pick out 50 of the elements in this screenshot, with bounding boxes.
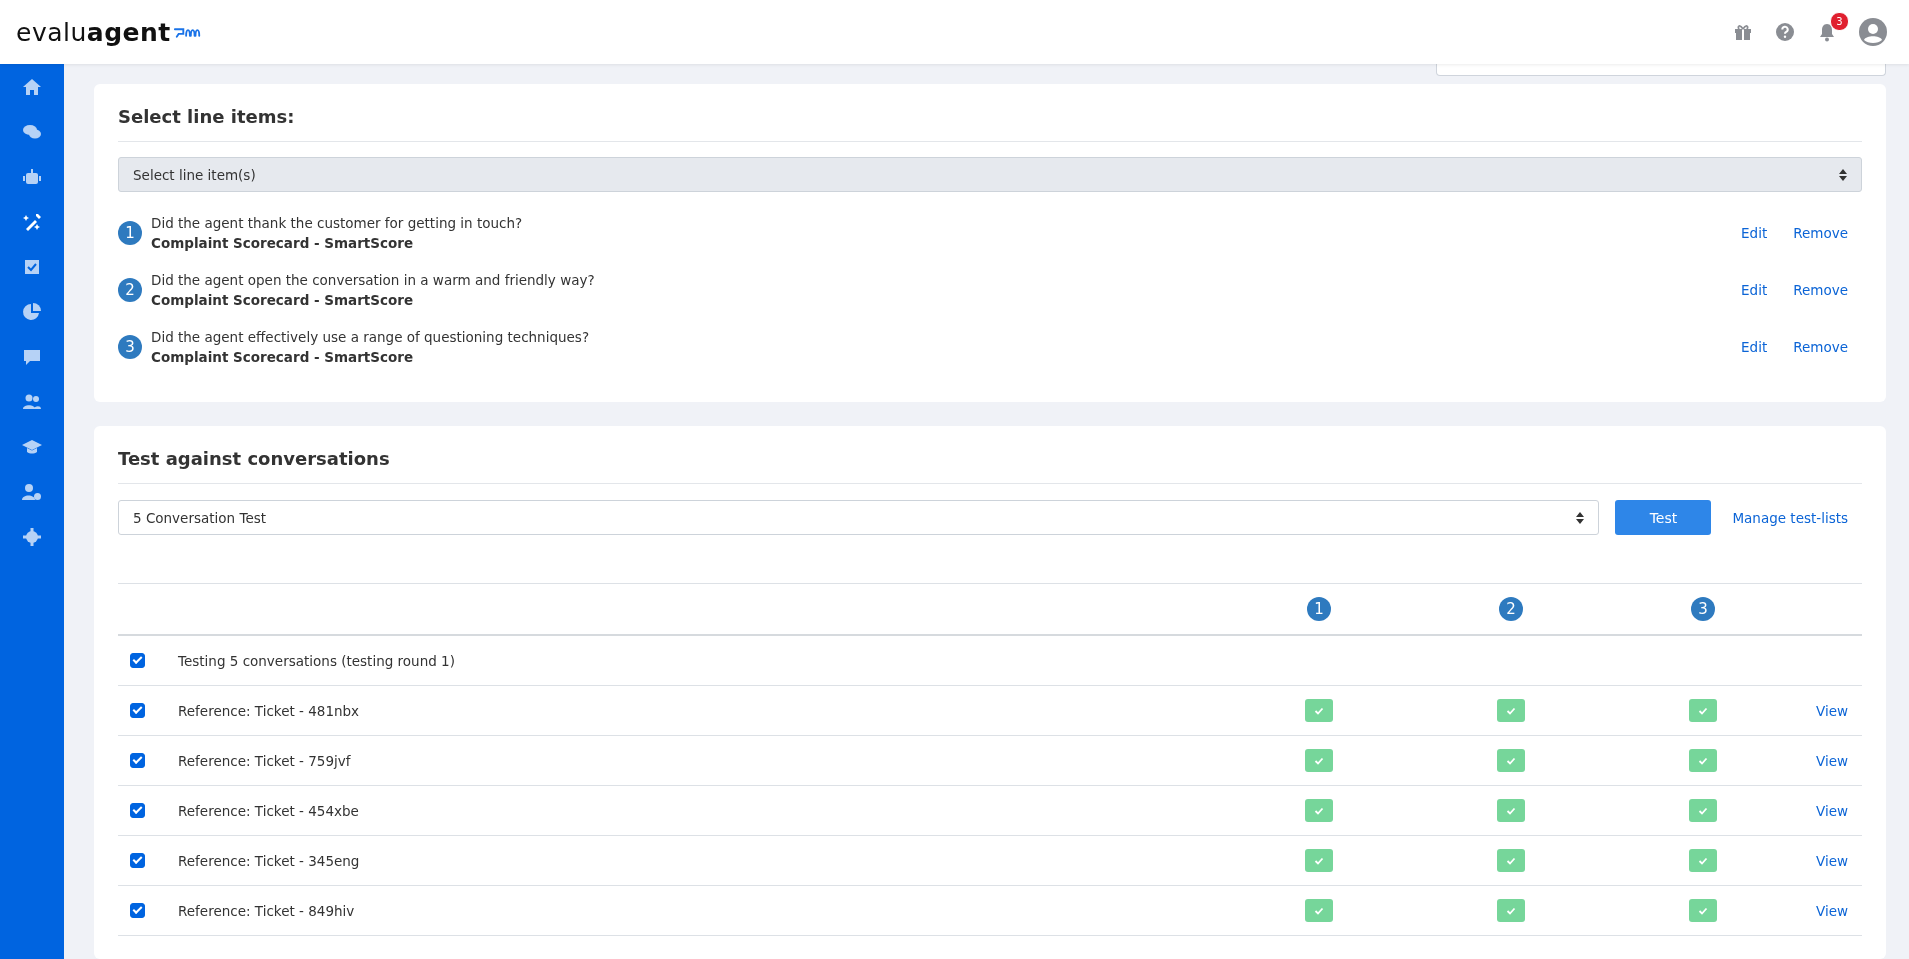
sort-icon [1839,168,1847,181]
edit-link[interactable]: Edit [1741,282,1768,298]
remove-link[interactable]: Remove [1793,282,1848,298]
table-cell-text: Reference: Ticket - 759jvf [178,752,352,769]
card-title: Test against conversations [118,442,1862,484]
checkbox[interactable] [130,703,145,718]
number-badge: 2 [118,278,142,302]
column-number-badge: 2 [1499,597,1523,621]
number-badge: 3 [118,335,142,359]
checkbox[interactable] [130,903,145,918]
checkbox[interactable] [130,753,145,768]
checkbox[interactable] [130,853,145,868]
bell-icon[interactable] [1817,22,1837,42]
table-cell-text: Reference: Ticket - 849hiv [178,902,356,919]
remove-link[interactable]: Remove [1793,225,1848,241]
question-text: Did the agent open the conversation in a warm and friendly way? [151,271,596,289]
table-cell-text: Reference: Ticket - 345eng [178,852,361,869]
scorecard-name: Complaint Scorecard - SmartScore [151,234,415,252]
notification-badge: 3 [1830,12,1849,31]
view-link[interactable]: View [1815,702,1848,719]
edit-link[interactable]: Edit [1741,339,1768,355]
question-text: Did the agent effectively use a range of questioning techniques? [151,328,591,346]
scorecard-name: Complaint Scorecard - SmartScore [151,291,415,309]
checkbox[interactable] [130,653,145,668]
table-cell-text: Reference: Ticket - 481nbx [178,702,361,719]
user-avatar-icon[interactable] [1859,18,1887,46]
table-cell-text: Reference: Ticket - 454xbe [178,802,360,819]
remove-link[interactable]: Remove [1793,339,1848,355]
view-link[interactable]: View [1815,902,1848,919]
help-icon[interactable] [1775,22,1795,42]
view-link[interactable]: View [1815,802,1848,819]
table-cell-text: Testing 5 conversations (testing round 1) [178,652,456,669]
view-link[interactable]: View [1815,852,1848,869]
test-button[interactable]: Test [1615,500,1712,535]
number-badge: 1 [118,221,142,245]
line-item-select[interactable]: Select line item(s) [118,157,1862,192]
gift-icon[interactable] [1733,22,1753,42]
sort-icon [1576,511,1585,524]
view-link[interactable]: View [1815,752,1848,769]
manage-test-lists-link[interactable]: Manage test-lists [1732,509,1862,526]
logo[interactable]: evaluagent [16,17,171,47]
input-field[interactable] [1436,64,1886,76]
test-list-select[interactable]: 5 Conversation Test [118,500,1600,535]
column-number-badge: 1 [1307,597,1331,621]
card-title: Select line items: [118,100,1862,142]
edit-link[interactable]: Edit [1741,225,1768,241]
scorecard-name: Complaint Scorecard - SmartScore [151,348,415,366]
checkbox[interactable] [130,803,145,818]
question-text: Did the agent thank the customer for getting in touch? [151,214,524,232]
column-number-badge: 3 [1691,597,1715,621]
